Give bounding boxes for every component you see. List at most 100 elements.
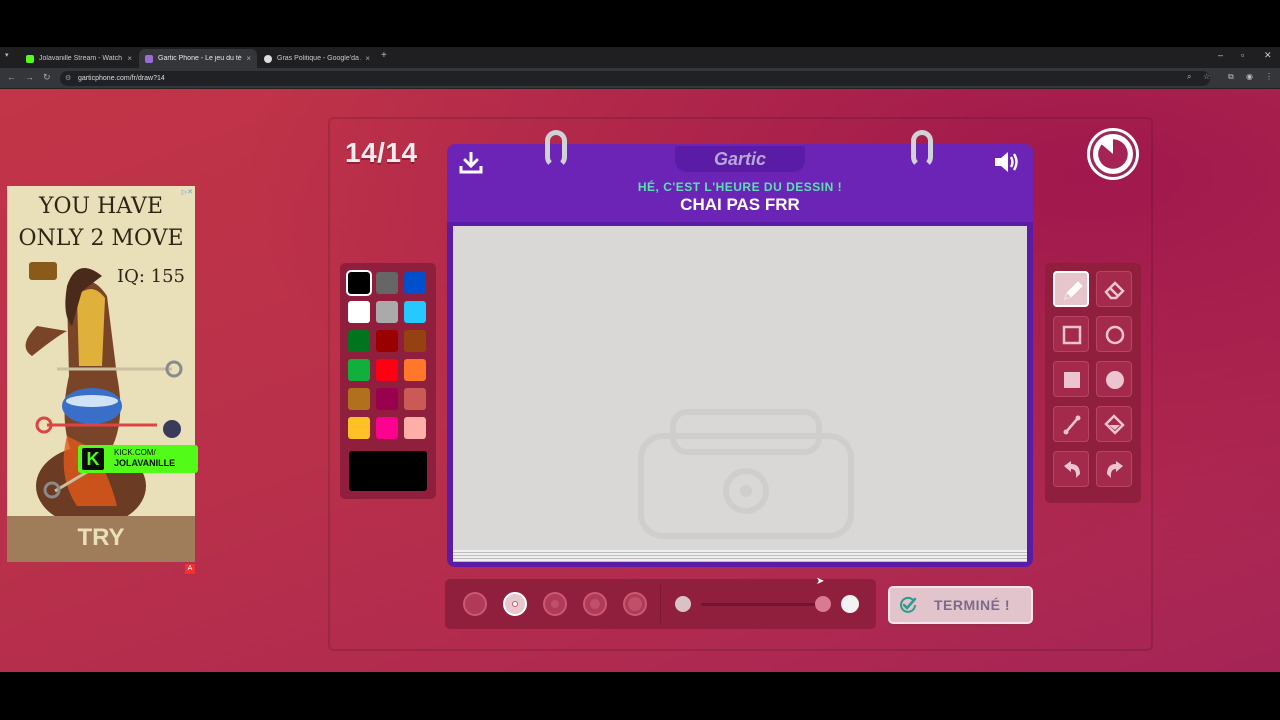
close-tab-icon[interactable]: × [246, 54, 251, 63]
minimize-icon[interactable]: – [1218, 50, 1223, 60]
tab-jolavanille[interactable]: Jolavanille Stream - Watch Live × [20, 49, 138, 68]
google-favicon-icon [264, 54, 272, 63]
round-counter: 14/14 [345, 137, 418, 168]
close-window-icon[interactable]: ✕ [1264, 50, 1272, 61]
url-field[interactable]: ⚙ garticphone.com/fr/draw?14 [60, 71, 1210, 86]
color-swatch[interactable] [376, 301, 398, 323]
forward-icon[interactable]: → [25, 72, 34, 82]
current-color-preview [349, 451, 427, 491]
gartic-favicon-icon [145, 54, 153, 63]
color-swatch[interactable] [404, 388, 426, 410]
binder-ring-icon [545, 130, 567, 168]
color-swatch[interactable] [348, 388, 370, 410]
drawing-prompt: CHAI PAS FRR [680, 195, 800, 214]
color-swatch[interactable] [376, 330, 398, 352]
redo-icon [1107, 461, 1123, 478]
close-tab-icon[interactable]: × [365, 54, 370, 63]
filled-ellipse-tool[interactable] [1096, 361, 1132, 397]
brush-size-5[interactable] [623, 592, 647, 616]
color-swatch[interactable] [376, 388, 398, 410]
color-swatch[interactable] [404, 359, 426, 381]
ellipse-outline-icon [1105, 325, 1125, 345]
sketchbook: Gartic HÉ, C'EST L'HEURE DU DESSIN ! CHA… [447, 130, 1033, 567]
brush-size-2[interactable] [503, 592, 527, 616]
speaker-icon[interactable] [993, 150, 1021, 174]
undo-button[interactable] [1053, 451, 1089, 487]
new-tab-button[interactable]: + [381, 50, 387, 61]
sketchbook-page-edges [453, 550, 1027, 562]
filled-rectangle-icon [1064, 372, 1080, 388]
back-icon[interactable]: ← [7, 72, 16, 82]
maximize-icon[interactable]: ▫ [1241, 50, 1244, 60]
color-swatch[interactable] [348, 330, 370, 352]
tab-gartic-phone[interactable]: Gartic Phone - Le jeu du téléphone × [139, 49, 257, 68]
color-swatch[interactable] [348, 417, 370, 439]
address-bar: ← → ↻ ⚙ garticphone.com/fr/draw?14 ⌕ ☆ ⧉… [0, 68, 1280, 89]
redo-button[interactable] [1096, 451, 1132, 487]
fill-bucket-tool[interactable] [1096, 406, 1132, 442]
undo-icon [1064, 461, 1080, 478]
eraser-tool[interactable] [1096, 271, 1132, 307]
filled-ellipse-icon [1106, 371, 1124, 389]
gartic-page: 14/14 YOU HAVE ONLY 2 MOVE IQ: 155 TRY ▷… [0, 89, 1280, 672]
color-swatch[interactable] [404, 417, 426, 439]
color-swatch[interactable] [376, 417, 398, 439]
color-swatch[interactable] [404, 301, 426, 323]
close-tab-icon[interactable]: × [127, 54, 132, 63]
profile-icon[interactable]: ◉ [1246, 72, 1253, 81]
browser-menu-icon[interactable]: ⋮ [1265, 72, 1273, 81]
color-swatch[interactable] [376, 272, 398, 294]
line-tool[interactable] [1053, 406, 1089, 442]
ad-info-icon[interactable]: ▷✕ [182, 188, 193, 196]
pencil-tool[interactable] [1053, 271, 1089, 307]
url-text: garticphone.com/fr/draw?14 [78, 75, 165, 82]
opacity-slider-handle[interactable] [815, 596, 831, 612]
ad-headline-line1: YOU HAVE [38, 194, 164, 219]
color-palette [340, 263, 436, 499]
advertisement[interactable]: YOU HAVE ONLY 2 MOVE IQ: 155 TRY ▷✕ [7, 186, 195, 562]
brush-size-1[interactable] [463, 592, 487, 616]
bookmark-star-icon[interactable]: ☆ [1203, 72, 1210, 81]
tab-title: Jolavanille Stream - Watch Live [39, 55, 123, 62]
ellipse-tool[interactable] [1096, 316, 1132, 352]
site-info-icon[interactable]: ⚙ [65, 71, 71, 86]
kick-stream-overlay: K KICK.COM/ JOLAVANILLE [78, 445, 198, 473]
pencil-icon [1064, 281, 1083, 300]
rectangle-tool[interactable] [1053, 316, 1089, 352]
gartic-phone-watermark-icon [638, 409, 854, 539]
adchoices-icon[interactable]: A [185, 564, 195, 574]
download-icon[interactable] [459, 152, 483, 174]
extensions-icon[interactable]: ⧉ [1228, 72, 1234, 82]
done-label: TERMINÉ ! [934, 597, 1011, 613]
brush-size-3[interactable] [543, 592, 567, 616]
color-swatch[interactable] [404, 272, 426, 294]
color-swatch[interactable] [404, 330, 426, 352]
zoom-icon[interactable]: ⌕ [1187, 72, 1191, 82]
ad-headline-line2: ONLY 2 MOVE [18, 226, 184, 251]
tab-title: Gartic Phone - Le jeu du téléphone [158, 55, 242, 62]
color-swatch[interactable] [348, 359, 370, 381]
gartic-logo: Gartic [675, 146, 805, 172]
opacity-max-icon [841, 595, 859, 613]
screen: ▾ Jolavanille Stream - Watch Live × Gart… [0, 0, 1280, 720]
opacity-min-icon [675, 596, 691, 612]
panel-divider [660, 585, 661, 623]
eraser-icon [1104, 281, 1125, 300]
color-swatch[interactable] [376, 359, 398, 381]
tab-google-search[interactable]: Gras Politique - Google'da Ara × [258, 49, 376, 68]
color-swatch[interactable] [348, 301, 370, 323]
color-swatch[interactable] [346, 270, 372, 296]
opacity-slider-track[interactable] [701, 603, 827, 606]
ad-puzzle-figure-image [25, 262, 183, 526]
brush-settings-panel [445, 579, 876, 629]
drawing-canvas[interactable] [453, 226, 1027, 550]
mouse-cursor-icon: ➤ [816, 576, 825, 587]
tab-search-chevron-icon[interactable]: ▾ [5, 51, 9, 59]
kick-channel-label: JOLAVANILLE [114, 458, 176, 468]
ad-try-button[interactable]: TRY [7, 524, 195, 552]
done-button[interactable]: TERMINÉ ! [888, 586, 1033, 624]
brush-size-4[interactable] [583, 592, 607, 616]
filled-rectangle-tool[interactable] [1053, 361, 1089, 397]
tool-panel [1045, 263, 1141, 503]
reload-icon[interactable]: ↻ [43, 72, 51, 83]
